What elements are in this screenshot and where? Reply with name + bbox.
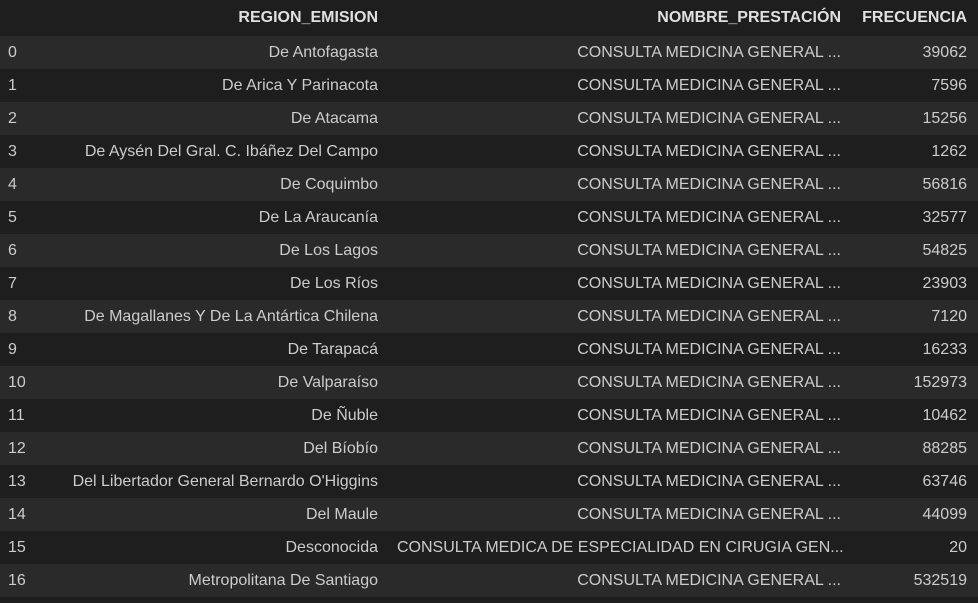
frecuencia-column-header: FRECUENCIA [862,9,967,26]
table-row: 7 De Los Ríos CONSULTA MEDICINA GENERAL ..… [0,267,978,300]
frecuencia-cell: 88285 [922,439,968,457]
row-index-cell: 10 [8,373,26,391]
table-row: 16 Metropolitana De Santiago CONSULTA MEDI… [0,564,978,597]
frecuencia-cell: 54825 [922,241,968,259]
region-cell: Del Libertador General Bernardo O'Higgin… [72,472,378,490]
row-index-cell: 13 [8,472,26,490]
prestacion-cell: CONSULTA MEDICINA GENERAL ... [577,43,841,61]
prestacion-cell: CONSULTA MEDICINA GENERAL ... [577,571,841,589]
table-row: 11 De Ñuble CONSULTA MEDICINA GENERAL ... 1… [0,399,978,432]
frecuencia-cell: 7596 [931,76,967,94]
table-row: 12 Del Bíobío CONSULTA MEDICINA GENERAL ..… [0,432,978,465]
region-cell: De La Araucanía [258,208,378,226]
row-index-cell: 14 [8,505,26,523]
row-index-cell: 1 [8,76,17,94]
row-index-cell: 15 [8,538,26,556]
table-header: REGION_EMISION NOMBRE_PRESTACIÓN FRECUEN… [0,0,978,36]
prestacion-cell: CONSULTA MEDICA DE ESPECIALIDAD EN CIRUG… [397,538,844,556]
region-cell: De Los Ríos [289,274,378,292]
frecuencia-cell: 44099 [922,505,968,523]
region-cell: Del Maule [305,505,378,523]
table-row: 8 De Magallanes Y De La Antártica Chilena… [0,300,978,333]
prestacion-cell: CONSULTA MEDICINA GENERAL ... [577,340,841,358]
row-index-cell: 5 [8,208,17,226]
table-row: 3 De Aysén Del Gral. C. Ibáñez Del Campo C… [0,135,978,168]
prestacion-column-header: NOMBRE_PRESTACIÓN [657,9,841,26]
prestacion-cell: CONSULTA MEDICINA GENERAL ... [577,307,841,325]
row-index-cell: 11 [8,406,25,424]
prestacion-cell: CONSULTA MEDICINA GENERAL ... [577,76,841,94]
region-cell: De Antofagasta [268,43,378,61]
prestacion-cell: CONSULTA MEDICINA GENERAL ... [577,505,841,523]
table-row: 15 Desconocida CONSULTA MEDICA DE ESPECIAL… [0,531,978,564]
region-column-header: REGION_EMISION [238,9,378,26]
region-cell: De Arica Y Parinacota [222,76,378,94]
region-cell: De Coquimbo [280,175,378,193]
table-row: 0 De Antofagasta CONSULTA MEDICINA GENERAL… [0,36,978,69]
prestacion-cell: CONSULTA MEDICINA GENERAL ... [577,109,841,127]
table-row: 13 Del Libertador General Bernardo O'Higg… [0,465,978,498]
table-row: 1 De Arica Y Parinacota CONSULTA MEDICINA … [0,69,978,102]
table-body: 0 De Antofagasta CONSULTA MEDICINA GENERAL… [0,36,978,597]
header-row: REGION_EMISION NOMBRE_PRESTACIÓN FRECUEN… [0,0,978,36]
frecuencia-cell: 7120 [931,307,967,325]
row-index-cell: 12 [8,439,26,457]
frecuencia-cell: 23903 [922,274,968,292]
frecuencia-cell: 56816 [922,175,968,193]
row-index-cell: 2 [8,109,17,127]
table-row: 14 Del Maule CONSULTA MEDICINA GENERAL ...… [0,498,978,531]
frecuencia-cell: 63746 [922,472,968,490]
row-index-cell: 6 [8,241,17,259]
region-cell: De Los Lagos [279,241,378,259]
frecuencia-cell: 32577 [922,208,968,226]
table-row: 5 De La Araucanía CONSULTA MEDICINA GENERA… [0,201,978,234]
row-index-cell: 16 [8,571,26,589]
frecuencia-cell: 1262 [931,142,967,160]
region-cell: Del Bíobío [303,439,378,457]
row-index-cell: 9 [8,340,17,358]
prestacion-cell: CONSULTA MEDICINA GENERAL ... [577,439,841,457]
prestacion-cell: CONSULTA MEDICINA GENERAL ... [577,142,841,160]
table-row: 10 De Valparaíso CONSULTA MEDICINA GENERAL… [0,366,978,399]
region-cell: De Tarapacá [287,340,378,358]
table-row: 6 De Los Lagos CONSULTA MEDICINA GENERAL .… [0,234,978,267]
frecuencia-cell: 20 [949,538,967,556]
table-row: 2 De Atacama CONSULTA MEDICINA GENERAL ...… [0,102,978,135]
table-row: 4 De Coquimbo CONSULTA MEDICINA GENERAL ..… [0,168,978,201]
row-index-cell: 4 [8,175,17,193]
region-cell: De Aysén Del Gral. C. Ibáñez Del Campo [84,142,378,160]
prestacion-cell: CONSULTA MEDICINA GENERAL ... [577,373,841,391]
prestacion-cell: CONSULTA MEDICINA GENERAL ... [577,241,841,259]
table-row: 9 De Tarapacá CONSULTA MEDICINA GENERAL ..… [0,333,978,366]
frecuencia-cell: 39062 [922,43,968,61]
prestacion-cell: CONSULTA MEDICINA GENERAL ... [577,175,841,193]
prestacion-cell: CONSULTA MEDICINA GENERAL ... [577,208,841,226]
index-column-header [0,0,40,36]
prestacion-cell: CONSULTA MEDICINA GENERAL ... [577,472,841,490]
prestacion-cell: CONSULTA MEDICINA GENERAL ... [577,406,841,424]
row-index-cell: 8 [8,307,17,325]
region-cell: De Magallanes Y De La Antártica Chilena [84,307,378,325]
region-cell: Metropolitana De Santiago [188,571,378,589]
frecuencia-cell: 16233 [922,340,968,358]
row-index-cell: 0 [8,43,17,61]
prestacion-cell: CONSULTA MEDICINA GENERAL ... [577,274,841,292]
frecuencia-cell: 10462 [922,406,968,424]
frecuencia-cell: 15256 [922,109,968,127]
row-index-cell: 7 [8,274,17,292]
region-cell: De Ñuble [311,406,378,424]
frecuencia-cell: 152973 [913,373,967,391]
dataframe-table: REGION_EMISION NOMBRE_PRESTACIÓN FRECUEN… [0,0,978,597]
row-index-cell: 3 [8,142,17,160]
region-cell: Desconocida [285,538,379,556]
region-cell: De Atacama [290,109,378,127]
frecuencia-cell: 532519 [913,571,967,589]
region-cell: De Valparaíso [277,373,378,391]
